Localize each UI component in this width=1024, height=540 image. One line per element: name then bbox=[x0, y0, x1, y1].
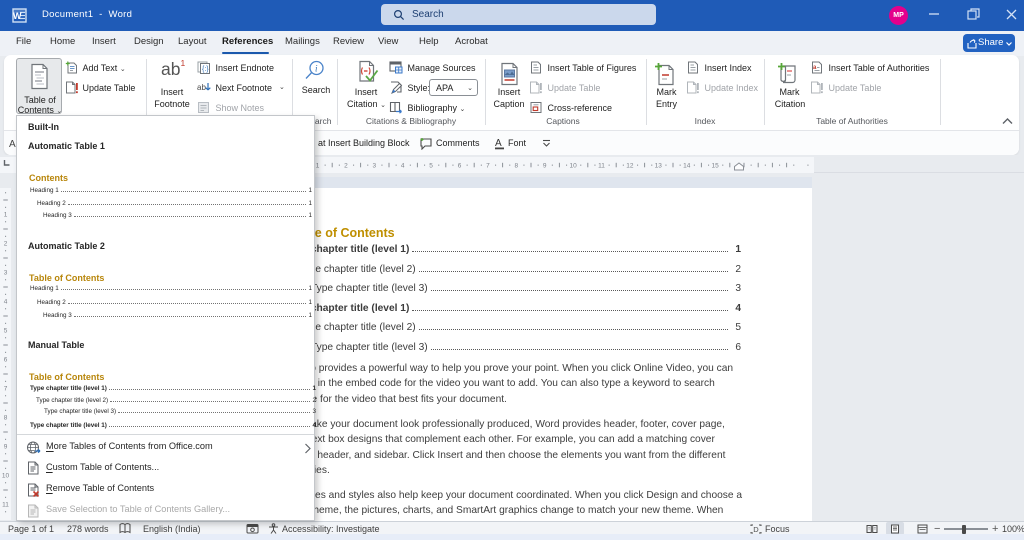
svg-text:5: 5 bbox=[4, 327, 8, 334]
svg-text:7: 7 bbox=[4, 385, 8, 392]
svg-text:i: i bbox=[315, 64, 318, 74]
svg-text:A: A bbox=[495, 138, 502, 149]
svg-text:9: 9 bbox=[4, 443, 8, 450]
svg-text:4: 4 bbox=[401, 163, 405, 170]
svg-text:{:}: {:} bbox=[202, 66, 209, 73]
svg-text:9: 9 bbox=[543, 163, 547, 170]
svg-text:7: 7 bbox=[486, 163, 490, 170]
svg-text:3: 3 bbox=[4, 269, 8, 276]
svg-text:6: 6 bbox=[4, 356, 8, 363]
svg-text:1: 1 bbox=[316, 163, 320, 170]
svg-text:15: 15 bbox=[711, 163, 719, 170]
svg-text:10: 10 bbox=[2, 472, 10, 479]
svg-text:2: 2 bbox=[344, 163, 348, 170]
svg-text:11: 11 bbox=[598, 163, 605, 170]
svg-text:8: 8 bbox=[4, 414, 8, 421]
svg-text:1: 1 bbox=[4, 211, 8, 218]
svg-text:3: 3 bbox=[372, 163, 376, 170]
svg-text:6: 6 bbox=[458, 163, 462, 170]
svg-text:D: D bbox=[753, 524, 759, 533]
svg-text:4: 4 bbox=[4, 298, 8, 305]
svg-text:5: 5 bbox=[429, 163, 433, 170]
svg-text:8: 8 bbox=[514, 163, 518, 170]
svg-text:2: 2 bbox=[4, 240, 8, 247]
svg-text:12: 12 bbox=[626, 163, 634, 170]
svg-text:A: A bbox=[9, 139, 16, 150]
svg-text:11: 11 bbox=[2, 501, 9, 508]
svg-text:W: W bbox=[13, 11, 22, 21]
svg-text:10: 10 bbox=[569, 163, 577, 170]
svg-text:ab: ab bbox=[197, 83, 206, 92]
svg-text:13: 13 bbox=[655, 163, 663, 170]
svg-text:14: 14 bbox=[683, 163, 691, 170]
